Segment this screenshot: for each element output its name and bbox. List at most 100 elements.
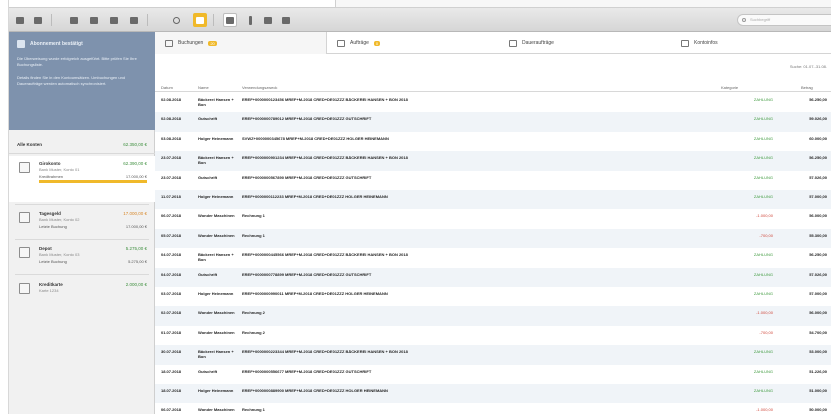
main-content: Buchungen 20 Aufträge 0 Daueraufträge Ko… — [155, 32, 831, 414]
column-header-name[interactable]: Name — [198, 85, 209, 90]
cell-name: Bäckerei Hansen + Bon — [198, 97, 234, 107]
cell-purpose: EREF+0000000223344 MREF+M-2018 CRED+DE01… — [242, 349, 408, 355]
table-row[interactable]: 06.07.2018 Wonder Maschinen Rechnung 1 -1.0… — [155, 209, 831, 228]
cell-amount: 57.026,00 — [809, 174, 827, 180]
pen-icon[interactable] — [223, 13, 237, 27]
cell-purpose: EREF+0000000112233 MREF+M-2018 CRED+DE01… — [242, 194, 388, 199]
table-row[interactable]: 03.08.2018 Holger Heinemann SVWZ+000000034… — [155, 132, 831, 151]
account-subtitle: Bank Muster, Konto 01 — [39, 167, 80, 172]
cell-amount: 56.000,00 — [809, 213, 827, 219]
cell-status: ZAHLUNG — [753, 116, 773, 122]
cell-name: Gutschrift — [198, 271, 218, 277]
cell-name: Holger Heinemann — [198, 388, 234, 393]
sidebar-account-kreditkarte[interactable]: Kreditkarte 2.000,00 € Karte 1234 — [9, 277, 155, 299]
account-icon — [19, 162, 30, 173]
sidebar-account-depot[interactable]: Depot 5.275,00 € Bank Muster, Konto 03 Le… — [9, 241, 155, 273]
cell-amount: 57.026,00 — [809, 271, 827, 277]
divider — [15, 239, 149, 240]
tab-badge: 0 — [373, 40, 381, 46]
account-amount: 62.390,00 € — [123, 161, 147, 166]
account-line-value: 17.000,00 € — [125, 224, 147, 229]
table-row[interactable]: 23.07.2018 Bäckerei Hansen + Bon EREF+0000… — [155, 151, 831, 171]
tab-buchungen[interactable]: Buchungen 20 — [155, 32, 327, 54]
tab-kontoinfos[interactable]: Kontoinfos — [671, 32, 831, 54]
account-amount: 2.000,00 € — [125, 282, 147, 287]
cell-purpose: EREF+0000000778899 MREF+M-2018 CRED+DE01… — [242, 271, 372, 277]
tab-label: Buchungen — [178, 40, 204, 46]
grid-icon[interactable] — [13, 13, 27, 27]
date-filter[interactable]: Suche: 01.07.-31.08. — [790, 64, 827, 69]
account-line-value: 5.275,00 € — [128, 259, 147, 264]
mic-icon[interactable] — [243, 13, 257, 27]
credit-usage-bar — [39, 180, 147, 183]
table-row[interactable]: 03.07.2018 Holger Heinemann EREF+000000099… — [155, 287, 831, 306]
table-row[interactable]: 02.08.2018 Gutschrift EREF+0000000789012 M… — [155, 112, 831, 132]
refresh-icon[interactable] — [169, 13, 183, 27]
cell-amount: 56.250,00 — [809, 97, 827, 102]
table-row[interactable]: 02.07.2018 Wonder Maschinen Rechnung 2 -1.0… — [155, 306, 831, 326]
tab-badge: 20 — [208, 40, 217, 46]
cell-status: ZAHLUNG — [753, 271, 773, 277]
card-icon[interactable] — [67, 13, 81, 27]
table-row[interactable]: 06.07.2018 Wonder Maschinen Rechnung 1 -1.0… — [155, 403, 831, 414]
account-icon — [19, 212, 30, 223]
tab-dauerauftraege[interactable]: Daueraufträge — [499, 32, 671, 54]
table-row[interactable]: 23.07.2018 Gutschrift EREF+0000000567890 M… — [155, 171, 831, 190]
cell-amount: 57.000,00 — [809, 291, 827, 296]
cell-name: Bäckerei Hansen + Bon — [198, 155, 234, 166]
cell-date: 04.07.2018 — [161, 252, 182, 258]
table-row[interactable]: 04.07.2018 Bäckerei Hansen + Bon EREF+0000… — [155, 248, 831, 267]
sidebar-account-tagesgeld[interactable]: Tagesgeld 17.000,00 € Bank Muster, Konto … — [9, 206, 155, 238]
card-icon[interactable] — [87, 13, 101, 27]
search-input[interactable]: Suchbegriff — [737, 14, 831, 26]
cell-status: -1.000,00 — [756, 310, 773, 316]
column-header-date[interactable]: Datum — [161, 85, 173, 90]
column-header-purpose[interactable]: Verwendungszweck — [242, 85, 277, 90]
cell-date: 06.07.2018 — [161, 213, 182, 219]
cell-name: Holger Heinemann — [198, 135, 234, 141]
cell-status: ZAHLUNG — [753, 252, 773, 258]
promo-title: Abonnement bestätigt — [30, 41, 83, 47]
cell-purpose: Rechnung 2 — [242, 329, 265, 335]
account-subtitle: Bank Muster, Konto 03 — [39, 252, 80, 257]
table-row[interactable]: 01.07.2018 Wonder Maschinen Rechnung 2 -700… — [155, 326, 831, 345]
cell-status: ZAHLUNG — [753, 194, 773, 199]
cell-name: Holger Heinemann — [198, 291, 234, 296]
tab-auftraege[interactable]: Aufträge 0 — [327, 32, 499, 54]
folder-icon[interactable] — [193, 13, 207, 27]
cell-purpose: Rechnung 2 — [242, 310, 265, 316]
window-edge — [0, 0, 9, 414]
table-row[interactable]: 02.08.2018 Bäckerei Hansen + Bon EREF+0000… — [155, 93, 831, 112]
info-icon — [681, 39, 689, 47]
sidebar-account-girokonto[interactable]: Girokonto 62.390,00 € Bank Muster, Konto … — [9, 156, 155, 202]
cell-status: ZAHLUNG — [753, 388, 773, 393]
account-icon — [19, 247, 30, 258]
cell-purpose: EREF+0000000567890 MREF+M-2018 CRED+DE01… — [242, 174, 372, 180]
link-icon[interactable] — [261, 13, 275, 27]
cell-purpose: EREF+0000000123456 MREF+M-2018 CRED+DE01… — [242, 97, 408, 102]
account-name: Tagesgeld — [39, 211, 61, 216]
card-icon[interactable] — [107, 13, 121, 27]
accounts-header[interactable]: Alle Konten 62.350,00 € — [9, 136, 155, 154]
cell-purpose: EREF+0000000445566 MREF+M-2018 CRED+DE01… — [242, 252, 408, 258]
cell-date: 03.07.2018 — [161, 291, 182, 296]
grid-icon[interactable] — [31, 13, 45, 27]
cell-purpose: EREF+0000000556677 MREF+M-2018 CRED+DE01… — [242, 368, 372, 374]
cell-date: 03.08.2018 — [161, 135, 182, 141]
column-header-amount[interactable]: Betrag — [801, 85, 813, 90]
card-icon[interactable] — [127, 13, 141, 27]
column-header-category[interactable]: Kategorie — [721, 85, 738, 90]
table-row[interactable]: 18.07.2018 Holger Heinemann EREF+000000088… — [155, 384, 831, 404]
cell-name: Gutschrift — [198, 116, 218, 122]
table-row[interactable]: 11.07.2018 Holger Heinemann EREF+000000011… — [155, 190, 831, 210]
tab-label: Kontoinfos — [694, 40, 718, 46]
divider — [15, 274, 149, 275]
cell-purpose: EREF+0000000889900 MREF+M-2018 CRED+DE01… — [242, 388, 388, 393]
table-row[interactable]: 18.07.2018 Gutschrift EREF+0000000556677 M… — [155, 365, 831, 384]
cell-status: ZAHLUNG — [753, 97, 773, 102]
table-row[interactable]: 04.07.2018 Gutschrift EREF+0000000778899 M… — [155, 267, 831, 287]
clip-icon[interactable] — [279, 13, 293, 27]
table-row[interactable]: 05.07.2018 Wonder Maschinen Rechnung 1 -700… — [155, 228, 831, 249]
toolbar-divider — [147, 14, 148, 26]
table-row[interactable]: 30.07.2018 Bäckerei Hansen + Bon EREF+0000… — [155, 345, 831, 365]
